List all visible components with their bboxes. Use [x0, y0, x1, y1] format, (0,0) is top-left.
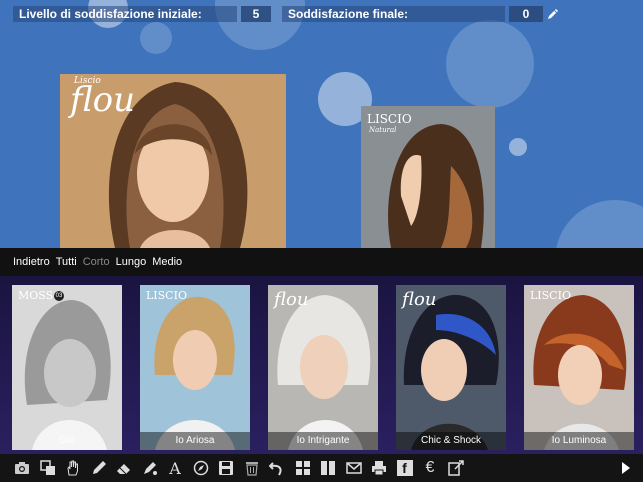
filter-back[interactable]: Indietro	[13, 256, 50, 268]
mail-icon[interactable]	[345, 460, 362, 476]
card-image	[140, 285, 250, 450]
photo-brand-logo: flou	[70, 80, 136, 120]
euro-icon[interactable]: €	[422, 459, 438, 476]
split-icon[interactable]	[320, 460, 336, 476]
trash-icon[interactable]	[244, 460, 260, 476]
gallery-card-chic-shock[interactable]: flou Chic & Shock	[396, 285, 506, 450]
decor-bubble	[555, 200, 643, 248]
decor-bubble	[140, 22, 172, 54]
main-hairstyle-photo[interactable]: Liscio flou	[60, 74, 286, 248]
edit-pencil-icon[interactable]	[546, 7, 560, 21]
filter-bar: Indietro Tutti Corto Lungo Medio	[0, 248, 643, 276]
layers-icon[interactable]	[39, 460, 56, 476]
text-icon[interactable]: A	[167, 459, 183, 478]
final-satisfaction-value[interactable]: 0	[509, 6, 543, 22]
card-brand: flou	[402, 289, 437, 310]
facebook-icon[interactable]: f	[396, 460, 413, 476]
card-brand: LISCIO	[146, 289, 187, 302]
initial-satisfaction-value[interactable]: 5	[241, 6, 271, 22]
next-arrow-icon[interactable]	[621, 461, 631, 475]
card-caption: Io Luminosa	[524, 432, 634, 450]
bottom-toolbar: A f €	[0, 454, 643, 482]
filter-medium[interactable]: Medio	[152, 256, 182, 268]
decor-bubble	[509, 138, 527, 156]
secondary-hairstyle-photo[interactable]: LISCIO Natural	[361, 106, 495, 248]
card-image	[524, 285, 634, 450]
marker-icon[interactable]	[142, 460, 158, 476]
card-caption: Chic & Shock	[396, 432, 506, 450]
filter-long[interactable]: Lungo	[116, 256, 147, 268]
card-brand-badge: 03	[54, 291, 64, 301]
card-caption: Io Intrigante	[268, 432, 378, 450]
hairstyle-gallery: MOSS 03 Giò LISCIO Io Ariosa flou Io Int…	[0, 276, 643, 454]
photo-brand-sub: Natural	[369, 126, 397, 134]
undo-icon[interactable]	[269, 460, 285, 476]
photo-brand-logo: LISCIO	[367, 112, 412, 126]
card-caption: Giò	[59, 435, 75, 446]
grid-icon[interactable]	[295, 460, 311, 476]
card-image	[12, 285, 122, 450]
final-satisfaction-label: Soddisfazione finale:	[282, 6, 505, 22]
filter-short[interactable]: Corto	[83, 256, 110, 268]
compass-icon[interactable]	[193, 460, 209, 476]
card-caption: Io Ariosa	[140, 432, 250, 450]
final-satisfaction: Soddisfazione finale: 0	[282, 6, 543, 22]
card-brand: LISCIO	[530, 289, 571, 302]
gallery-card-io-intrigante[interactable]: flou Io Intrigante	[268, 285, 378, 450]
drawing-canvas[interactable]: Livello di soddisfazione iniziale: 5 Sod…	[0, 0, 643, 248]
pencil-icon[interactable]	[91, 460, 107, 476]
eraser-icon[interactable]	[116, 460, 132, 476]
decor-bubble	[446, 20, 534, 108]
print-icon[interactable]	[371, 460, 387, 476]
hand-icon[interactable]	[65, 460, 81, 476]
gallery-card-io-ariosa[interactable]: LISCIO Io Ariosa	[140, 285, 250, 450]
save-icon[interactable]	[218, 460, 234, 476]
export-icon[interactable]	[447, 460, 464, 476]
gallery-card-gio[interactable]: MOSS 03 Giò	[12, 285, 122, 450]
card-brand: flou	[274, 289, 309, 310]
filter-all[interactable]: Tutti	[56, 256, 77, 268]
card-brand: MOSS	[18, 289, 54, 302]
initial-satisfaction: Livello di soddisfazione iniziale: 5	[13, 6, 271, 22]
camera-icon[interactable]	[14, 460, 30, 476]
initial-satisfaction-label: Livello di soddisfazione iniziale:	[13, 6, 237, 22]
gallery-card-io-luminosa[interactable]: LISCIO Io Luminosa	[524, 285, 634, 450]
